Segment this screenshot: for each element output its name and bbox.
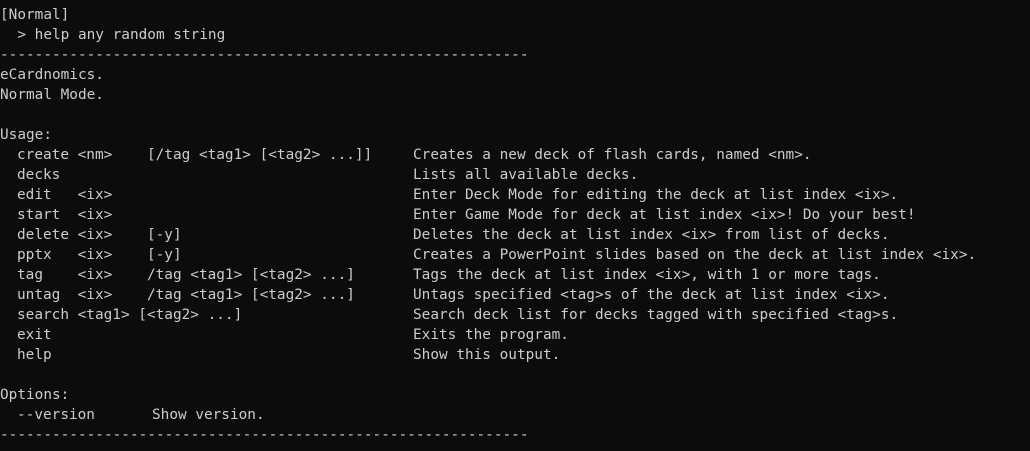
- command-row: search <tag1> [<tag2> ...] Search deck li…: [0, 305, 1030, 325]
- command-description: Enter Game Mode for deck at list index <…: [413, 207, 916, 223]
- command-syntax: delete <ix> [-y]: [17, 227, 182, 243]
- command-row: delete <ix> [-y] Deletes the deck at list…: [0, 225, 1030, 245]
- command-description: Enter Deck Mode for editing the deck at …: [413, 187, 899, 203]
- command-syntax: tag <ix> /tag <tag1> [<tag2> ...]: [17, 267, 355, 283]
- command-row: decks Lists all available decks.: [0, 165, 1030, 185]
- separator-bottom: ----------------------------------------…: [0, 427, 529, 443]
- command-row: help Show this output.: [0, 345, 1030, 365]
- command-description: Exits the program.: [413, 327, 569, 343]
- command-description: Creates a PowerPoint slides based on the…: [413, 247, 977, 263]
- option-description: Show version.: [152, 407, 265, 423]
- command-syntax: pptx <ix> [-y]: [17, 247, 182, 263]
- terminal-window[interactable]: [Normal] > help any random string ------…: [0, 0, 1030, 451]
- command-syntax: help: [17, 347, 52, 363]
- mode-line: Normal Mode.: [0, 87, 104, 103]
- command-description: Lists all available decks.: [413, 167, 639, 183]
- command-row: pptx <ix> [-y] Creates a PowerPoint slide…: [0, 245, 1030, 265]
- command-description: Creates a new deck of flash cards, named…: [413, 147, 812, 163]
- usage-header: Usage:: [0, 127, 52, 143]
- app-name: eCardnomics.: [0, 67, 104, 83]
- command-row: edit <ix> Enter Deck Mode for editing the…: [0, 185, 1030, 205]
- command-syntax: decks: [17, 167, 61, 183]
- command-description: Search deck list for decks tagged with s…: [413, 307, 899, 323]
- option-row: --version Show version.: [0, 405, 1030, 425]
- command-description: Untags specified <tag>s of the deck at l…: [413, 287, 890, 303]
- command-description: Deletes the deck at list index <ix> from…: [413, 227, 890, 243]
- command-input-line: > help any random string: [0, 27, 226, 43]
- option-flag: --version: [17, 407, 95, 423]
- separator-top: ----------------------------------------…: [0, 47, 529, 63]
- command-syntax: create <nm> [/tag <tag1> [<tag2> ...]]: [17, 147, 373, 163]
- options-header: Options:: [0, 387, 70, 403]
- command-description: Tags the deck at list index <ix>, with 1…: [413, 267, 881, 283]
- command-row: tag <ix> /tag <tag1> [<tag2> ...] Tags th…: [0, 265, 1030, 285]
- mode-tag: [Normal]: [0, 7, 70, 23]
- command-syntax: exit: [17, 327, 52, 343]
- command-row: exit Exits the program.: [0, 325, 1030, 345]
- command-syntax: search <tag1> [<tag2> ...]: [17, 307, 243, 323]
- command-syntax: start <ix>: [17, 207, 113, 223]
- command-syntax: edit <ix>: [17, 187, 113, 203]
- command-row: untag <ix> /tag <tag1> [<tag2> ...] Untag…: [0, 285, 1030, 305]
- command-row: create <nm> [/tag <tag1> [<tag2> ...]] Cr…: [0, 145, 1030, 165]
- command-row: start <ix> Enter Game Mode for deck at li…: [0, 205, 1030, 225]
- command-description: Show this output.: [413, 347, 561, 363]
- command-syntax: untag <ix> /tag <tag1> [<tag2> ...]: [17, 287, 355, 303]
